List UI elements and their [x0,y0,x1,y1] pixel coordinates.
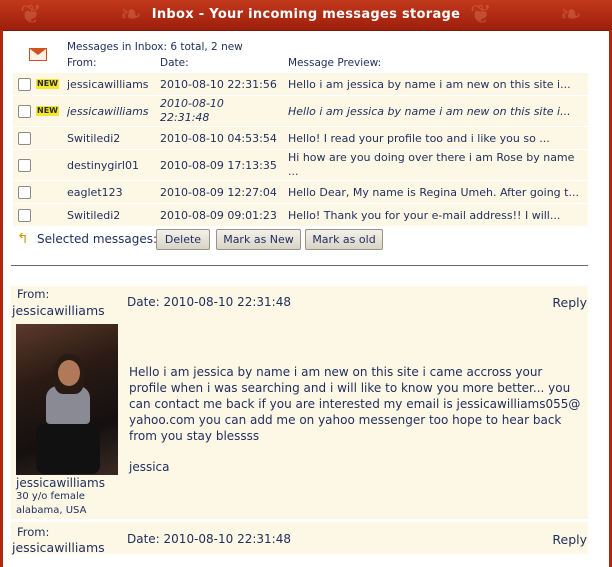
message-preview[interactable]: Hello i am jessica by name i am new on t… [288,78,583,91]
inbox-summary: Messages in Inbox: 6 total, 2 new [67,41,243,53]
from-username[interactable]: jessicawilliams [12,540,105,555]
mark-as-old-button[interactable]: Mark as old [305,229,383,250]
message-from[interactable]: destinygirl01 [67,159,139,172]
message-preview[interactable]: Hello i am jessica by name i am new on t… [288,105,583,118]
new-badge: NEW [36,106,59,116]
message-from[interactable]: Switiledi2 [67,132,120,145]
message-footer: From: jessicawilliams Date: 2010-08-10 2… [11,522,588,555]
message-date: Date: 2010-08-10 22:31:48 [127,532,291,546]
message-checkbox[interactable] [18,209,31,222]
message-date: 2010-08-10 22:31:56 [160,78,277,91]
sender-location: alabama, USA [16,505,87,516]
message-date: Date: 2010-08-10 22:31:48 [127,295,291,309]
message-from[interactable]: jessicawilliams [67,78,149,91]
sender-photo[interactable] [16,324,118,475]
column-header-from: From: [67,57,97,69]
table-row[interactable]: destinygirl01 2010-08-09 17:13:35 Hi how… [13,150,588,180]
column-header-date: Date: [160,57,189,69]
from-username[interactable]: jessicawilliams [12,303,105,318]
message-text: Hello i am jessica by name i am new on t… [129,365,581,443]
message-checkbox[interactable] [18,105,31,118]
column-header-preview: Message Preview: [288,57,382,69]
sender-age-gender: 30 y/o female [16,491,85,502]
title-bar: ❦ ❧ ❦ ❧ Inbox - Your incoming messages s… [0,0,612,31]
from-label: From: [17,525,50,539]
message-date: 2010-08-10 22:31:48 [160,97,224,124]
message-signature: jessica [129,460,170,474]
new-badge: NEW [36,79,59,89]
delete-button[interactable]: Delete [156,229,210,250]
table-row[interactable]: NEW jessicawilliams 2010-08-10 22:31:56 … [13,73,588,95]
left-border [0,30,3,567]
window-title: Inbox - Your incoming messages storage [151,7,461,22]
message-date: 2010-08-09 12:27:04 [160,186,277,199]
inbox-window: ❦ ❧ ❦ ❧ Inbox - Your incoming messages s… [0,0,612,567]
message-date: 2010-08-09 09:01:23 [160,209,277,222]
selected-messages-label: Selected messages: [37,232,158,246]
message-from[interactable]: jessicawilliams [67,105,149,118]
table-row[interactable]: eaglet123 2010-08-09 12:27:04 Hello Dear… [13,181,588,203]
message-checkbox[interactable] [18,186,31,199]
message-preview[interactable]: Hello! I read your profile too and i lik… [288,132,583,145]
from-label: From: [17,287,50,301]
corner-up-arrow-icon: ↰ [17,231,29,247]
message-date: 2010-08-09 17:13:35 [160,159,277,172]
envelope-icon [29,48,47,61]
message-preview[interactable]: Hi how are you doing over there i am Ros… [288,151,583,179]
message-date: 2010-08-10 04:53:54 [160,132,277,145]
table-row[interactable]: Switiledi2 2010-08-09 09:01:23 Hello! Th… [13,204,588,226]
message-checkbox[interactable] [18,78,31,91]
bulk-actions: ↰ Selected messages: Delete Mark as New … [13,228,588,252]
reply-link[interactable]: Reply [552,295,587,310]
message-body: jessicawilliams 30 y/o female alabama, U… [11,318,588,519]
table-row[interactable]: Switiledi2 2010-08-10 04:53:54 Hello! I … [13,127,588,149]
message-from[interactable]: Switiledi2 [67,209,120,222]
message-preview[interactable]: Hello Dear, My name is Regina Umeh. Afte… [288,186,583,199]
divider [11,265,588,266]
message-preview[interactable]: Hello! Thank you for your e-mail address… [288,209,583,222]
table-row[interactable]: NEW jessicawilliams 2010-08-10 22:31:48 … [13,96,588,126]
message-checkbox[interactable] [18,132,31,145]
message-from[interactable]: eaglet123 [67,186,123,199]
mark-as-new-button[interactable]: Mark as New [216,229,301,250]
sender-name[interactable]: jessicawilliams [16,476,105,490]
reply-link[interactable]: Reply [552,532,587,547]
message-header: From: jessicawilliams Date: 2010-08-10 2… [11,286,588,318]
message-checkbox[interactable] [18,159,31,172]
